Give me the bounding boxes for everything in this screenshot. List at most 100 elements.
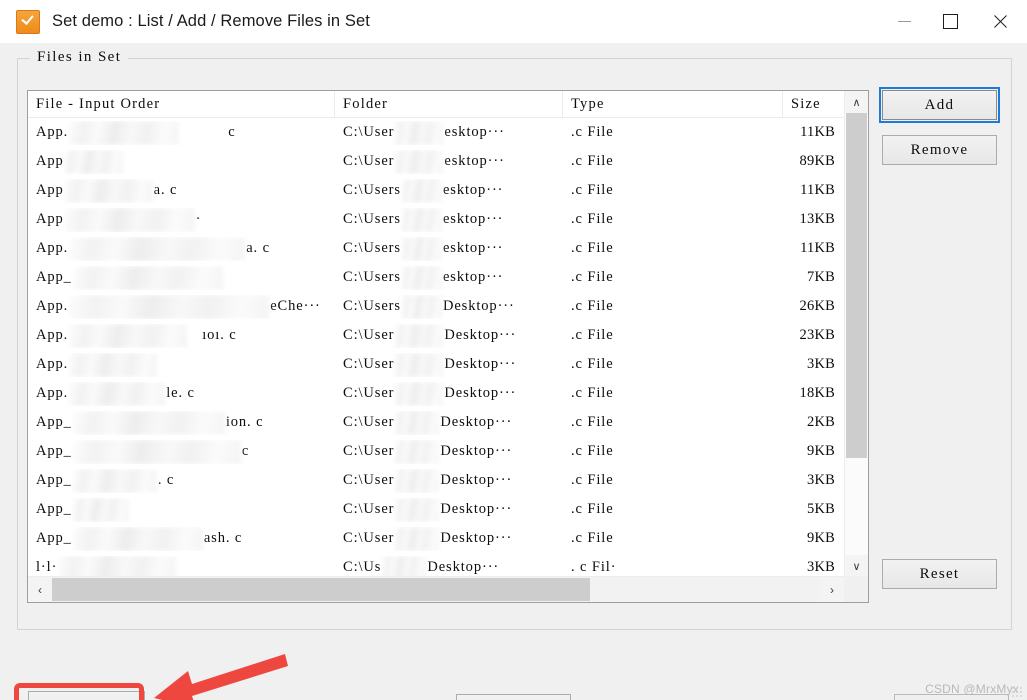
redacted-block	[72, 265, 223, 290]
folder-prefix: C:\User	[343, 472, 395, 488]
redacted-block	[69, 120, 180, 145]
table-row[interactable]: App. ıoı. c C:\User Desktop··· .c File 23KB	[28, 321, 844, 350]
file-name-suffix: . c	[157, 472, 175, 488]
horizontal-scroll-track[interactable]	[52, 577, 820, 602]
folder-suffix: Desktop···	[442, 298, 515, 314]
redacted-block	[401, 294, 442, 319]
cell-size: 89KB	[799, 153, 835, 169]
folder-prefix: C:\Users	[343, 269, 401, 285]
redacted-block	[395, 323, 444, 348]
cell-file-name: App. eChe···	[28, 294, 335, 319]
ok-button[interactable]: OK	[28, 691, 145, 700]
folder-suffix: Desktop···	[440, 501, 513, 517]
add-button[interactable]: Add	[879, 87, 1000, 123]
redacted-block	[64, 178, 153, 203]
redacted-block	[395, 149, 444, 174]
table-row[interactable]: App. eChe··· C:\Users Desktop··· .c File 26KB	[28, 292, 844, 321]
file-name-suffix: ·	[195, 211, 202, 227]
cancel-button[interactable]: Cancel	[456, 694, 571, 700]
cell-file-name: App_ ion. c	[28, 410, 335, 435]
cell-size: 13KB	[799, 211, 835, 227]
table-row[interactable]: App C:\User esktop··· .c File 89KB	[28, 147, 844, 176]
folder-prefix: C:\User	[343, 153, 395, 169]
table-row[interactable]: App_ C:\User Desktop··· .c File 5KB	[28, 495, 844, 524]
cell-size: 11KB	[800, 240, 835, 256]
table-row[interactable]: App_ c C:\User Desktop··· .c File 9KB	[28, 437, 844, 466]
vertical-scroll-thumb[interactable]	[846, 113, 867, 458]
table-row[interactable]: App_ ash. c C:\User Desktop··· .c File 9KB	[28, 524, 844, 553]
folder-suffix: Desktop···	[427, 559, 500, 575]
watermark-text: CSDN @MrxMyx	[925, 682, 1019, 696]
files-list[interactable]: File - Input Order Folder Type Size App.…	[27, 90, 869, 603]
table-row[interactable]: App a. c C:\Users esktop··· .c File 11KB	[28, 176, 844, 205]
table-row[interactable]: App. c C:\User esktop··· .c File 11KB	[28, 118, 844, 147]
scroll-left-button[interactable]: ‹	[28, 577, 52, 602]
table-row[interactable]: App_ . c C:\User Desktop··· .c File 3KB	[28, 466, 844, 495]
folder-prefix: C:\Users	[343, 182, 401, 198]
file-name-prefix: App.	[36, 356, 69, 372]
redacted-block	[69, 381, 166, 406]
file-name-suffix: ion. c	[225, 414, 264, 430]
reset-button[interactable]: Reset	[882, 559, 997, 589]
folder-suffix: Desktop···	[440, 443, 513, 459]
cell-type: .c File	[571, 443, 614, 459]
cell-type: .c File	[571, 356, 614, 372]
cell-type: .c File	[571, 501, 614, 517]
scroll-up-button[interactable]: ∧	[845, 91, 868, 113]
file-name-prefix: App.	[36, 298, 69, 314]
redacted-block	[72, 439, 241, 464]
cell-folder: C:\User Desktop···	[335, 468, 563, 493]
cell-size: 7KB	[807, 269, 835, 285]
table-row[interactable]: App_ C:\Users esktop··· .c File 7KB	[28, 263, 844, 292]
file-name-suffix: le. c	[166, 385, 195, 401]
column-header-folder[interactable]: Folder	[335, 91, 563, 117]
table-row[interactable]: App. C:\User Desktop··· .c File 3KB	[28, 350, 844, 379]
horizontal-scroll-thumb[interactable]	[52, 578, 590, 601]
cell-file-name: App_ . c	[28, 468, 335, 493]
cell-type: .c File	[571, 153, 614, 169]
folder-suffix: Desktop···	[444, 327, 517, 343]
file-name-prefix: App	[36, 182, 64, 198]
cell-file-name: App_	[28, 497, 335, 522]
cell-folder: C:\User esktop···	[335, 149, 563, 174]
cell-folder: C:\Users Desktop···	[335, 294, 563, 319]
close-icon	[992, 14, 1008, 30]
close-button[interactable]	[973, 0, 1027, 43]
scroll-right-button[interactable]: ›	[820, 577, 844, 602]
cell-folder: C:\User esktop···	[335, 120, 563, 145]
table-row[interactable]: App_ ion. c C:\User Desktop··· .c File 2KB	[28, 408, 844, 437]
horizontal-scrollbar[interactable]: ‹ ›	[28, 576, 844, 602]
table-row[interactable]: App. le. c C:\User Desktop··· .c File 18KB	[28, 379, 844, 408]
vertical-scroll-track[interactable]	[845, 113, 868, 555]
cell-type: . c Fil·	[571, 559, 617, 575]
column-header-file[interactable]: File - Input Order	[28, 91, 335, 117]
file-name-prefix: App.	[36, 327, 69, 343]
maximize-button[interactable]	[927, 0, 973, 43]
table-row[interactable]: l·l· C:\Us Desktop··· . c Fil· 3KB	[28, 553, 844, 577]
folder-suffix: esktop···	[442, 182, 504, 198]
column-header-size[interactable]: Size	[783, 91, 844, 117]
window-controls	[881, 0, 1027, 43]
folder-suffix: esktop···	[442, 211, 504, 227]
file-name-prefix: App_	[36, 414, 72, 430]
file-name-prefix: App_	[36, 472, 72, 488]
remove-button[interactable]: Remove	[882, 135, 997, 165]
minimize-button[interactable]	[881, 0, 927, 43]
folder-prefix: C:\User	[343, 356, 395, 372]
table-row[interactable]: App. a. c C:\Users esktop··· .c File 11KB	[28, 234, 844, 263]
cell-folder: C:\User Desktop···	[335, 497, 563, 522]
vertical-scrollbar[interactable]: ∧ ∨	[844, 91, 868, 577]
scrollbar-corner	[844, 576, 868, 602]
cell-folder: C:\User Desktop···	[335, 323, 563, 348]
redacted-block	[64, 207, 195, 232]
cell-folder: C:\User Desktop···	[335, 381, 563, 406]
scroll-down-button[interactable]: ∨	[845, 555, 868, 577]
folder-prefix: C:\User	[343, 385, 395, 401]
column-header-type[interactable]: Type	[563, 91, 783, 117]
cell-folder: C:\Users esktop···	[335, 178, 563, 203]
title-bar: Set demo : List / Add / Remove Files in …	[0, 0, 1027, 43]
cell-size: 5KB	[807, 501, 835, 517]
cell-file-name: App. c	[28, 120, 335, 145]
table-row[interactable]: App · C:\Users esktop··· .c File 13KB	[28, 205, 844, 234]
folder-prefix: C:\Users	[343, 211, 401, 227]
